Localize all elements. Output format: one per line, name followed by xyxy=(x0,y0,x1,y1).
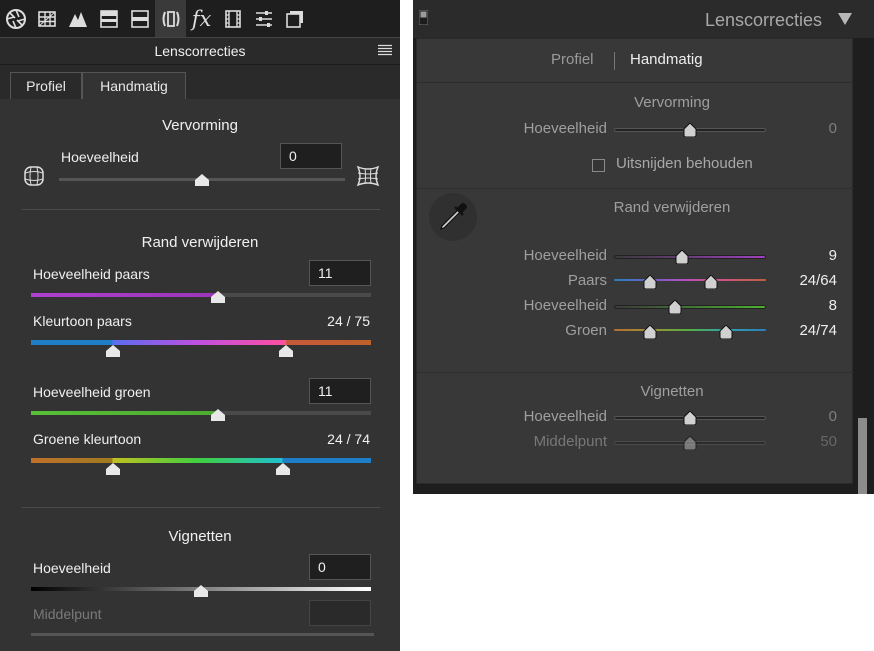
distortion-amount-label: Hoeveelheid xyxy=(61,149,139,165)
panel-header: Lenscorrecties xyxy=(0,37,400,65)
purple-hue-label: Paars xyxy=(567,272,607,289)
constrain-crop-checkbox[interactable] xyxy=(592,159,605,172)
purple-amount-input[interactable] xyxy=(309,260,371,286)
tab-profiel[interactable]: Profiel xyxy=(551,51,594,68)
panel-title: Lenscorrecties xyxy=(704,10,822,30)
tab-bar: Profiel Handmatig xyxy=(0,65,400,99)
green-hue-high-thumb[interactable] xyxy=(275,463,290,475)
distortion-amount-label: Hoeveelheid xyxy=(523,120,607,137)
green-amount-input[interactable] xyxy=(309,378,371,404)
distortion-title: Vervorming xyxy=(162,117,238,134)
purple-amount-label: Hoeveelheid xyxy=(523,247,607,264)
tab-handmatig[interactable]: Handmatig xyxy=(630,51,703,68)
distortion-amount-value: 0 xyxy=(828,120,837,137)
sliders-icon[interactable] xyxy=(248,0,279,37)
panel-header[interactable]: Lenscorrecties xyxy=(413,0,874,38)
green-hue-low-thumb[interactable] xyxy=(105,463,120,475)
vignette-title: Vignetten xyxy=(640,383,704,400)
purple-hue-value: 24/64 xyxy=(799,272,837,289)
filmstrip-icon[interactable] xyxy=(217,0,248,37)
pincushion-distortion-icon xyxy=(24,166,44,186)
green-hue-low-thumb[interactable] xyxy=(643,325,657,339)
purple-hue-low-thumb[interactable] xyxy=(105,345,120,357)
purple-amount-thumb[interactable] xyxy=(211,291,225,303)
tab-handmatig[interactable]: Handmatig xyxy=(82,72,186,99)
vignette-title: Vignetten xyxy=(168,528,232,545)
constrain-crop-label: Uitsnijden behouden xyxy=(616,155,753,172)
fx-label: fx xyxy=(191,6,212,31)
section-divider xyxy=(417,372,854,373)
grid-icon[interactable] xyxy=(31,0,62,37)
hsl-panel-icon[interactable] xyxy=(124,0,155,37)
defringe-title: Rand verwijderen xyxy=(141,234,259,251)
fx-icon[interactable]: fx xyxy=(186,0,217,37)
vignette-midpoint-slider xyxy=(31,633,374,636)
vignette-amount-label: Hoeveelheid xyxy=(33,560,111,576)
mountains-icon[interactable] xyxy=(62,0,93,37)
distortion-slider-thumb[interactable] xyxy=(683,123,697,137)
tab-bar: Profiel Handmatig xyxy=(417,39,854,83)
distortion-title: Vervorming xyxy=(634,94,710,111)
panel-body: Profiel Handmatig Vervorming Hoeveelheid… xyxy=(416,38,854,484)
vignette-midpoint-input xyxy=(309,600,371,626)
green-amount-slider[interactable] xyxy=(31,411,371,415)
tab-profiel[interactable]: Profiel xyxy=(10,72,82,99)
panel-switch-icon[interactable] xyxy=(419,10,428,25)
green-hue-label: Groene kleurtoon xyxy=(33,431,142,447)
vignette-amount-thumb[interactable] xyxy=(683,411,697,425)
section-divider xyxy=(417,188,854,189)
barrel-distortion-icon xyxy=(356,165,380,187)
vignette-amount-input[interactable] xyxy=(309,554,371,580)
vignette-amount-value: 0 xyxy=(828,408,837,425)
purple-hue-value: 24 / 75 xyxy=(327,313,370,329)
green-hue-label: Groen xyxy=(565,322,607,339)
distortion-amount-input[interactable] xyxy=(280,143,342,169)
collapse-triangle-icon[interactable] xyxy=(838,13,852,25)
purple-hue-slider[interactable] xyxy=(31,340,371,345)
panel-title: Lenscorrecties xyxy=(154,43,246,59)
panel-toolbar: fx xyxy=(0,0,400,37)
vignette-amount-label: Hoeveelheid xyxy=(523,408,607,425)
green-amount-thumb[interactable] xyxy=(668,300,682,314)
tab-divider xyxy=(614,52,615,70)
green-amount-label: Hoeveelheid groen xyxy=(33,384,151,400)
purple-hue-slider[interactable] xyxy=(614,279,766,281)
green-hue-slider[interactable] xyxy=(31,458,371,463)
purple-amount-label: Hoeveelheid paars xyxy=(33,266,150,282)
section-divider xyxy=(22,209,380,210)
distortion-slider-thumb[interactable] xyxy=(195,174,209,186)
purple-amount-slider[interactable] xyxy=(614,255,766,259)
purple-amount-slider[interactable] xyxy=(31,293,371,297)
vignette-midpoint-label: Middelpunt xyxy=(33,606,102,622)
scrollbar-thumb[interactable] xyxy=(858,418,867,494)
aperture-icon[interactable] xyxy=(0,0,31,37)
lightroom-panel: Lenscorrecties Profiel Handmatig Vervorm… xyxy=(413,0,874,494)
purple-hue-low-thumb[interactable] xyxy=(643,275,657,289)
lens-correction-icon[interactable] xyxy=(155,0,186,37)
green-amount-slider[interactable] xyxy=(614,305,766,309)
section-divider xyxy=(22,507,380,508)
green-amount-value: 8 xyxy=(828,297,837,314)
vignette-midpoint-label: Middelpunt xyxy=(533,433,607,450)
vignette-midpoint-thumb xyxy=(683,436,697,450)
vignette-amount-thumb[interactable] xyxy=(194,585,208,597)
purple-hue-high-thumb[interactable] xyxy=(704,275,718,289)
presets-stack-icon[interactable] xyxy=(279,0,310,37)
split-toning-icon[interactable] xyxy=(93,0,124,37)
green-amount-thumb[interactable] xyxy=(211,409,225,421)
purple-hue-label: Kleurtoon paars xyxy=(33,313,132,329)
camera-raw-panel: fx Lenscorrecties Profiel Handmatig Verv… xyxy=(0,0,400,651)
panel-menu-icon[interactable] xyxy=(378,44,392,56)
purple-amount-value: 9 xyxy=(828,247,837,264)
green-hue-value: 24 / 74 xyxy=(327,431,370,447)
green-hue-high-thumb[interactable] xyxy=(719,325,733,339)
vignette-midpoint-value: 50 xyxy=(820,433,837,450)
purple-hue-high-thumb[interactable] xyxy=(279,345,293,357)
green-amount-label: Hoeveelheid xyxy=(523,297,607,314)
green-hue-slider[interactable] xyxy=(614,329,766,331)
green-hue-value: 24/74 xyxy=(799,322,837,339)
defringe-title: Rand verwijderen xyxy=(613,199,731,216)
purple-amount-thumb[interactable] xyxy=(675,250,689,264)
